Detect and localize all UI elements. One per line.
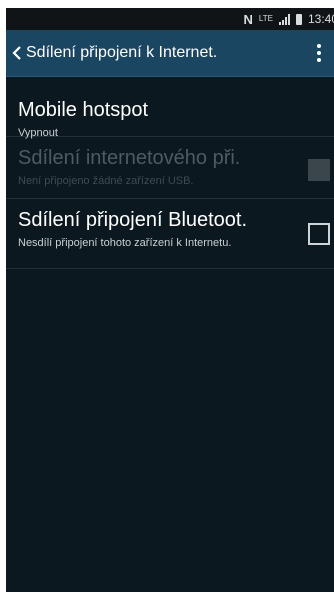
- signal-icon: [278, 13, 290, 25]
- setting-title: Mobile hotspot: [18, 99, 149, 121]
- nfc-icon: N: [243, 11, 253, 27]
- lte-icon: LTE: [258, 14, 273, 23]
- action-bar: Sdílení připojení k Internet.: [6, 30, 334, 77]
- setting-title: Sdílení připojení Bluetoot.: [18, 209, 248, 231]
- battery-icon: [295, 13, 302, 25]
- setting-title: Sdílení internetového při.: [18, 147, 241, 169]
- setting-subtitle: Nesdílí připojení tohoto zařízení k Inte…: [18, 237, 232, 249]
- setting-bluetooth-tethering[interactable]: Sdílení připojení Bluetoot. Nesdílí přip…: [6, 199, 334, 269]
- back-button[interactable]: [6, 30, 26, 76]
- phone-screen: N LTE 13:40 Sdílení připojení k Internet…: [6, 8, 334, 592]
- settings-list: Mobile hotspot Vypnout Sdílení interneto…: [6, 77, 334, 269]
- setting-subtitle: Není připojeno žádné zařízení USB.: [18, 175, 194, 187]
- status-bar: N LTE 13:40: [6, 8, 334, 30]
- bluetooth-tethering-checkbox[interactable]: [308, 223, 330, 245]
- usb-tethering-checkbox: [308, 159, 330, 181]
- setting-usb-tethering: Sdílení internetového při. Není připojen…: [6, 137, 334, 199]
- more-vert-icon: [317, 44, 321, 48]
- setting-mobile-hotspot[interactable]: Mobile hotspot Vypnout: [6, 77, 334, 139]
- chevron-left-icon: [12, 46, 21, 60]
- more-options-button[interactable]: [304, 30, 334, 76]
- status-time: 13:40: [307, 12, 334, 26]
- screen-title: Sdílení připojení k Internet.: [26, 44, 218, 61]
